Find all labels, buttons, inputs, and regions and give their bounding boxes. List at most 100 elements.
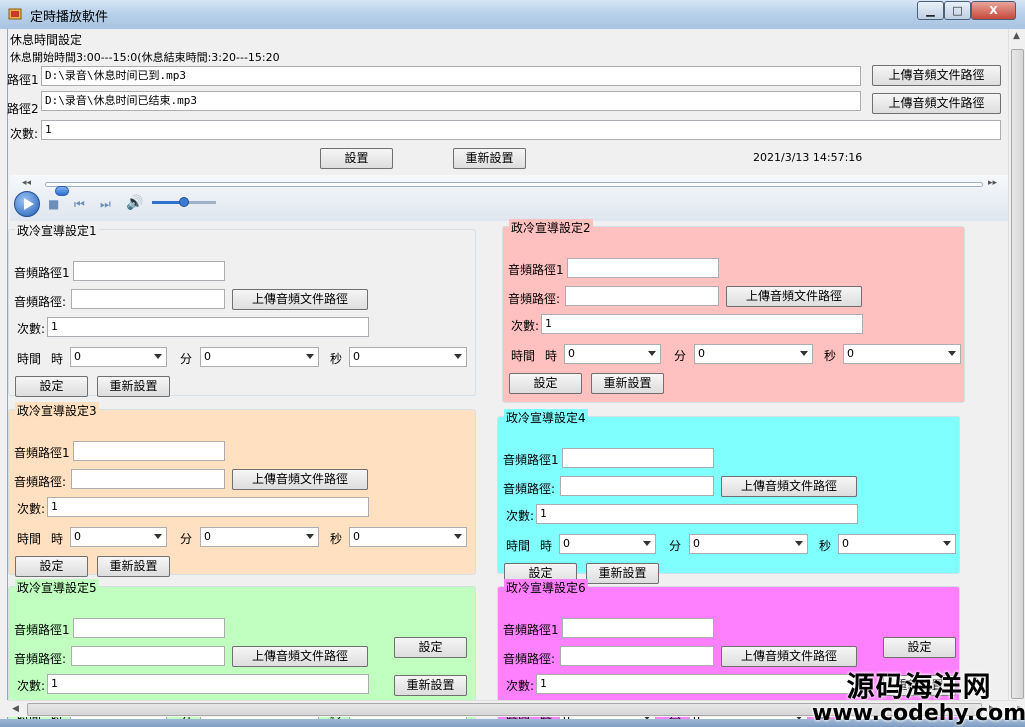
hour-select[interactable]: 0	[70, 527, 167, 547]
second-select[interactable]: 0	[349, 347, 467, 367]
close-button[interactable]: X	[971, 1, 1016, 20]
upload-audio-button[interactable]: 上傳音頻文件路徑	[232, 289, 368, 310]
upload-audio-button[interactable]: 上傳音頻文件路徑	[232, 646, 368, 667]
rest-time-section-label: 休息時間設定	[10, 33, 83, 47]
audio-path-label: 音頻路徑1	[503, 623, 559, 637]
hour-label: 時	[540, 539, 553, 553]
path2-input[interactable]: D:\录音\休息时间已结束.mp3	[41, 91, 861, 111]
fast-forward-icon[interactable]: ▸▸	[988, 178, 997, 188]
upload-audio-button[interactable]: 上傳音頻文件路徑	[721, 476, 857, 497]
chevron-down-icon	[943, 541, 951, 546]
audio-path2-label: 音頻路徑:	[508, 292, 561, 306]
client-area: 休息時間設定 休息開始時間3:00---15:0(休息結束時間:3:20---1…	[7, 29, 1025, 727]
count-label: 次數:	[10, 127, 39, 141]
group-reset-button[interactable]: 重新設置	[591, 373, 664, 394]
hour-select[interactable]: 0	[559, 534, 656, 554]
second-label: 秒	[330, 352, 343, 366]
minute-value: 0	[698, 347, 705, 360]
path1-input[interactable]: D:\录音\休息时间已到.mp3	[41, 66, 861, 86]
upload-path1-button[interactable]: 上傳音頻文件路徑	[872, 65, 1001, 86]
set-button[interactable]: 設置	[320, 148, 393, 169]
group-set-button[interactable]: 設定	[15, 376, 88, 397]
group-count-label: 次數:	[511, 319, 540, 333]
rewind-icon[interactable]: ◂◂	[22, 178, 31, 188]
audio-path2-input[interactable]	[565, 286, 719, 306]
audio-path-input[interactable]	[562, 448, 714, 468]
watermark-line1: 源码海洋网	[846, 670, 992, 703]
reset-button[interactable]: 重新設置	[453, 148, 526, 169]
group-count-input[interactable]: 1	[541, 314, 863, 334]
audio-path2-input[interactable]	[560, 646, 714, 666]
audio-path-input[interactable]	[562, 618, 714, 638]
next-icon[interactable]: ⏭	[100, 197, 111, 212]
minute-label: 分	[180, 532, 193, 546]
audio-path2-input[interactable]	[560, 476, 714, 496]
app-icon	[8, 8, 22, 20]
second-label: 秒	[330, 532, 343, 546]
scroll-left-icon[interactable]: ◀	[12, 704, 19, 714]
time-label: 時間	[17, 352, 42, 366]
second-select[interactable]: 0	[843, 344, 961, 364]
time-label: 時間	[506, 539, 531, 553]
group-count-input[interactable]: 1	[47, 497, 369, 517]
chevron-down-icon	[454, 354, 462, 359]
volume-thumb[interactable]	[179, 197, 189, 207]
volume-slider[interactable]	[152, 197, 216, 207]
group-count-input[interactable]: 1	[536, 674, 858, 694]
vertical-scroll-thumb[interactable]	[1011, 49, 1024, 699]
datetime-display: 2021/3/13 14:57:16	[753, 151, 863, 164]
upload-audio-button[interactable]: 上傳音頻文件路徑	[721, 646, 857, 667]
group-count-label: 次數:	[506, 509, 535, 523]
group-title: 政冷宣導設定2	[509, 219, 593, 236]
chevron-down-icon	[154, 354, 162, 359]
second-value: 0	[353, 530, 360, 543]
audio-path-input[interactable]	[73, 441, 225, 461]
group-reset-button[interactable]: 重新設置	[97, 376, 170, 397]
vertical-scrollbar[interactable]: ▲ ▼	[1008, 29, 1025, 719]
audio-path2-input[interactable]	[71, 469, 225, 489]
audio-path2-input[interactable]	[71, 289, 225, 309]
title-bar[interactable]: 定時播放軟件 ▁ □ X	[0, 0, 1025, 29]
minute-label: 分	[180, 352, 193, 366]
seek-bar[interactable]	[45, 182, 983, 196]
group-count-input[interactable]: 1	[47, 674, 369, 694]
upload-audio-button[interactable]: 上傳音頻文件路徑	[232, 469, 368, 490]
path1-label: 路徑1	[7, 73, 39, 87]
group-set-button[interactable]: 設定	[15, 556, 88, 577]
play-icon[interactable]	[14, 191, 40, 217]
second-select[interactable]: 0	[349, 527, 467, 547]
audio-path2-input[interactable]	[71, 646, 225, 666]
hour-value: 0	[568, 347, 575, 360]
group-reset-button[interactable]: 重新設置	[394, 675, 467, 696]
upload-path2-button[interactable]: 上傳音頻文件路徑	[872, 93, 1001, 114]
group-count-input[interactable]: 1	[536, 504, 858, 524]
group-reset-button[interactable]: 重新設置	[97, 556, 170, 577]
maximize-button[interactable]: □	[944, 1, 971, 20]
volume-icon[interactable]: 🔊	[126, 195, 143, 211]
second-select[interactable]: 0	[838, 534, 956, 554]
stop-icon[interactable]: ■	[48, 197, 59, 211]
audio-path-input[interactable]	[73, 261, 225, 281]
minute-select[interactable]: 0	[689, 534, 808, 554]
hour-select[interactable]: 0	[564, 344, 661, 364]
audio-path-input[interactable]	[73, 618, 225, 638]
prev-icon[interactable]: ⏮	[74, 197, 85, 212]
count-input[interactable]: 1	[41, 120, 1001, 140]
seek-thumb[interactable]	[55, 186, 70, 196]
group-set-button[interactable]: 設定	[394, 637, 467, 658]
minimize-button[interactable]: ▁	[917, 1, 944, 20]
group-2: 政冷宣導設定2 音頻路徑1 音頻路徑: 上傳音頻文件路徑 次數: 1 時間時 0 分 0 秒 0 設定重…	[502, 219, 965, 403]
group-reset-button[interactable]: 重新設置	[586, 563, 659, 584]
group-set-button[interactable]: 設定	[509, 373, 582, 394]
scroll-up-icon[interactable]: ▲	[1013, 31, 1020, 41]
group-set-button[interactable]: 設定	[883, 637, 956, 658]
minute-select[interactable]: 0	[200, 527, 319, 547]
group-count-input[interactable]: 1	[47, 317, 369, 337]
upload-audio-button[interactable]: 上傳音頻文件路徑	[726, 286, 862, 307]
audio-path-input[interactable]	[567, 258, 719, 278]
hour-value: 0	[74, 350, 81, 363]
minute-select[interactable]: 0	[200, 347, 319, 367]
group-title: 政冷宣導設定4	[504, 409, 588, 426]
hour-select[interactable]: 0	[70, 347, 167, 367]
minute-select[interactable]: 0	[694, 344, 813, 364]
